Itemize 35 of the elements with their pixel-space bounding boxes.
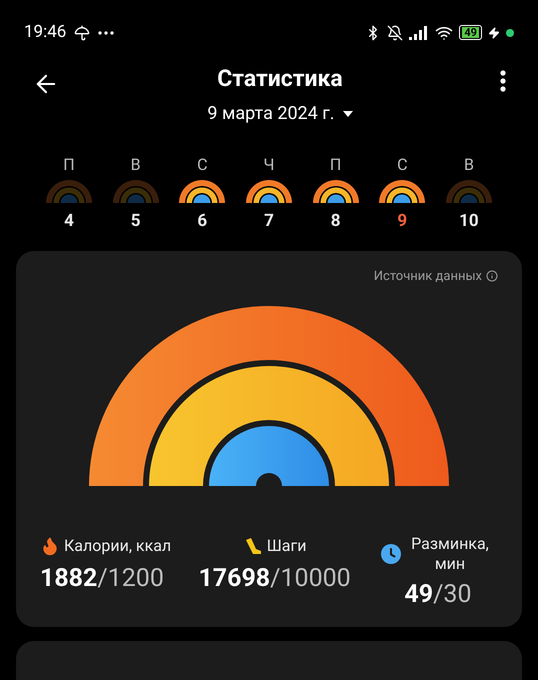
metric-value: 49/30: [404, 579, 472, 612]
metric-label: Разминка, мин: [410, 534, 490, 574]
clock-icon: [380, 544, 401, 564]
page-title: Статистика: [217, 64, 343, 94]
metric-value: 17698/10000: [198, 563, 351, 596]
day-number[interactable]: 7: [264, 209, 274, 235]
metric-label: Шаги: [266, 535, 306, 558]
battery-icon: 49: [459, 25, 482, 40]
data-source-link[interactable]: Источник данных: [374, 266, 482, 286]
metric-value: 1882/1200: [40, 563, 164, 596]
day-number[interactable]: 8: [330, 209, 340, 235]
day-number[interactable]: 6: [197, 209, 208, 235]
caret-icon: [342, 110, 353, 116]
weekday-label: С: [197, 154, 208, 176]
weekday-label: С: [397, 154, 408, 176]
more-vertical-icon: [500, 70, 506, 92]
metric-label: Калории, ккал: [64, 535, 172, 558]
day-number[interactable]: 9: [397, 209, 408, 235]
more-icon: [98, 30, 114, 35]
weekday-label: В: [130, 154, 141, 176]
charging-icon: [488, 26, 500, 39]
umbrella-icon: [74, 24, 90, 41]
signal-icon: [409, 26, 430, 40]
menu-button[interactable]: [500, 70, 506, 92]
bell-off-icon: [387, 24, 404, 41]
weekday-label: П: [63, 154, 75, 176]
info-icon: [486, 270, 498, 282]
day-number[interactable]: 10: [459, 209, 479, 235]
date-dropdown[interactable]: 9 марта 2024 г.: [207, 100, 353, 127]
day-number[interactable]: 5: [130, 209, 141, 235]
weekday-label: П: [330, 154, 342, 176]
day-number[interactable]: 4: [64, 209, 74, 235]
clock-time: 19:46: [24, 21, 66, 44]
weekday-label: В: [464, 154, 474, 176]
weekday-label: Ч: [263, 154, 274, 176]
